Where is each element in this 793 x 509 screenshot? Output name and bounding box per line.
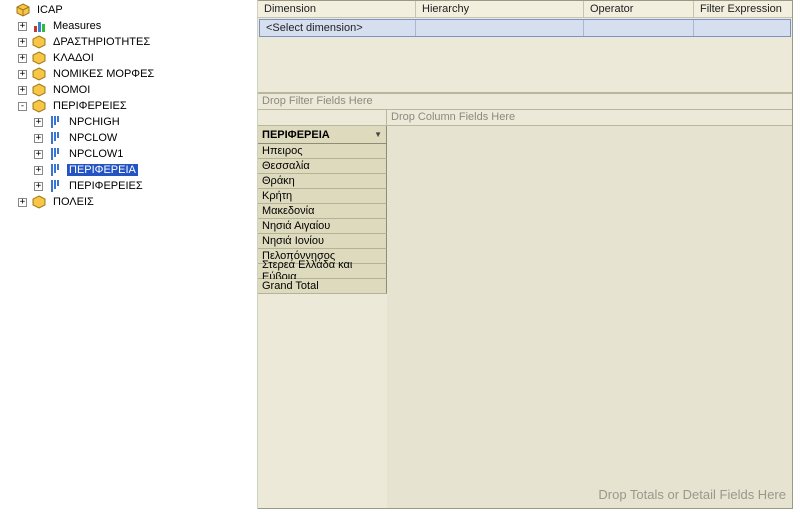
dimension-icon <box>31 98 47 114</box>
tree-label: ΠΕΡΙΦΕΡΕΙΕΣ <box>67 180 145 192</box>
data-area[interactable]: Drop Totals or Detail Fields Here <box>387 126 792 508</box>
tree-label: ΔΡΑΣΤΗΡΙΟΤΗΤΕΣ <box>51 36 152 48</box>
tree-root-label: ICAP <box>35 4 65 16</box>
column-area: Drop Column Fields Here Drop Totals or D… <box>387 110 792 508</box>
expand-toggle[interactable]: + <box>18 22 27 31</box>
row-cell[interactable]: Θεσσαλία <box>258 159 387 174</box>
expand-toggle[interactable]: + <box>18 70 27 79</box>
drop-filter-area[interactable]: Drop Filter Fields Here <box>258 94 792 110</box>
work-area: Dimension Hierarchy Operator Filter Expr… <box>258 0 793 509</box>
tree-label-selected: ΠΕΡΙΦΕΡΕΙΑ <box>67 164 138 176</box>
filter-cell-dimension[interactable]: <Select dimension> <box>260 20 416 36</box>
dimension-icon <box>31 66 47 82</box>
tree-node-perifereies[interactable]: - ΠΕΡΙΦΕΡΕΙΕΣ <box>0 98 257 114</box>
filter-grid-row[interactable]: <Select dimension> <box>259 19 791 37</box>
row-cell-label: Θράκη <box>262 175 295 187</box>
tree-node-poleis[interactable]: + ΠΟΛΕΙΣ <box>0 194 257 210</box>
dimension-icon <box>31 34 47 50</box>
row-field-header[interactable]: ΠΕΡΙΦΕΡΕΙΑ ▼ <box>258 126 387 144</box>
chevron-down-icon[interactable]: ▼ <box>374 130 382 139</box>
tree-label: Measures <box>51 20 103 32</box>
row-cell-label: Νησιά Ιονίου <box>262 235 324 247</box>
pivot-grid: Drop Filter Fields Here ΠΕΡΙΦΕΡΕΙΑ ▼ Ηπε… <box>258 92 792 508</box>
tree-label: ΝΟΜΙΚΕΣ ΜΟΡΦΕΣ <box>51 68 156 80</box>
col-dimension[interactable]: Dimension <box>258 1 416 17</box>
tree-label: ΠΕΡΙΦΕΡΕΙΕΣ <box>51 100 129 112</box>
row-cell[interactable]: Κρήτη <box>258 189 387 204</box>
tree-node-measures[interactable]: + Measures <box>0 18 257 34</box>
row-cell-label: Grand Total <box>262 280 319 292</box>
hierarchy-icon <box>47 130 63 146</box>
tree-label: ΚΛΑΔΟΙ <box>51 52 96 64</box>
row-cell-label: Θεσσαλία <box>262 160 310 172</box>
tree-label: NPCLOW1 <box>67 148 125 160</box>
row-cell-label: Κρήτη <box>262 190 292 202</box>
dimension-icon <box>31 194 47 210</box>
expand-toggle[interactable]: + <box>34 150 43 159</box>
tree-node-nomoi[interactable]: + ΝΟΜΟΙ <box>0 82 257 98</box>
cube-icon <box>15 2 31 18</box>
row-cell[interactable]: Στερεά Ελλάδα και Εύβοια <box>258 264 387 279</box>
hierarchy-icon <box>47 178 63 194</box>
tree-node-perifereia[interactable]: + ΠΕΡΙΦΕΡΕΙΑ <box>0 162 257 178</box>
bars-icon <box>31 18 47 34</box>
tree-label: ΝΟΜΟΙ <box>51 84 92 96</box>
expand-toggle[interactable]: + <box>34 118 43 127</box>
drop-column-area[interactable]: Drop Column Fields Here <box>387 110 792 126</box>
expand-toggle[interactable]: + <box>18 38 27 47</box>
tree-node-drastiriotites[interactable]: + ΔΡΑΣΤΗΡΙΟΤΗΤΕΣ <box>0 34 257 50</box>
col-hierarchy[interactable]: Hierarchy <box>416 1 584 17</box>
tree-node-npclow[interactable]: + NPCLOW <box>0 130 257 146</box>
col-filter-expression[interactable]: Filter Expression <box>694 1 792 17</box>
row-cell[interactable]: Ηπειρος <box>258 144 387 159</box>
filter-cell-operator[interactable] <box>584 20 694 36</box>
hierarchy-icon <box>47 114 63 130</box>
expand-toggle[interactable]: + <box>18 86 27 95</box>
row-area: ΠΕΡΙΦΕΡΕΙΑ ▼ Ηπειρος Θεσσαλία Θράκη Κρήτ… <box>258 110 387 508</box>
row-cell[interactable]: Grand Total <box>258 279 387 294</box>
blank-toggle <box>2 6 11 15</box>
row-cell[interactable]: Νησιά Ιονίου <box>258 234 387 249</box>
row-cell[interactable]: Νησιά Αιγαίου <box>258 219 387 234</box>
row-cell-label: Μακεδονία <box>262 205 314 217</box>
filter-cell-hierarchy[interactable] <box>416 20 584 36</box>
row-cell[interactable]: Θράκη <box>258 174 387 189</box>
row-cell[interactable]: Μακεδονία <box>258 204 387 219</box>
row-cell-label: Νησιά Αιγαίου <box>262 220 330 232</box>
dimension-icon <box>31 82 47 98</box>
drop-detail-area: Drop Totals or Detail Fields Here <box>598 487 786 502</box>
row-cell-label: Ηπειρος <box>262 145 303 157</box>
tree-node-nomikes[interactable]: + ΝΟΜΙΚΕΣ ΜΟΡΦΕΣ <box>0 66 257 82</box>
tree-root[interactable]: ICAP <box>0 2 257 18</box>
row-area-corner <box>258 110 387 126</box>
dimension-tree: ICAP + Measures + ΔΡΑΣΤΗΡΙΟΤΗΤΕΣ + ΚΛΑΔΟ… <box>0 0 258 509</box>
hierarchy-icon <box>47 146 63 162</box>
tree-label: ΠΟΛΕΙΣ <box>51 196 96 208</box>
tree-label: NPCHIGH <box>67 116 122 128</box>
expand-toggle[interactable]: + <box>34 134 43 143</box>
expand-toggle[interactable]: + <box>34 166 43 175</box>
tree-label: NPCLOW <box>67 132 119 144</box>
tree-node-npchigh[interactable]: + NPCHIGH <box>0 114 257 130</box>
expand-toggle[interactable]: + <box>34 182 43 191</box>
expand-toggle[interactable]: + <box>18 54 27 63</box>
filter-grid-header: Dimension Hierarchy Operator Filter Expr… <box>258 1 792 18</box>
filter-grid-blank <box>258 38 792 92</box>
row-field-label: ΠΕΡΙΦΕΡΕΙΑ <box>262 129 330 141</box>
hierarchy-icon <box>47 162 63 178</box>
tree-node-npclow1[interactable]: + NPCLOW1 <box>0 146 257 162</box>
tree-node-perifereies2[interactable]: + ΠΕΡΙΦΕΡΕΙΕΣ <box>0 178 257 194</box>
dimension-icon <box>31 50 47 66</box>
tree-node-kladoi[interactable]: + ΚΛΑΔΟΙ <box>0 50 257 66</box>
filter-cell-expression[interactable] <box>694 20 790 36</box>
collapse-toggle[interactable]: - <box>18 102 27 111</box>
col-operator[interactable]: Operator <box>584 1 694 17</box>
expand-toggle[interactable]: + <box>18 198 27 207</box>
